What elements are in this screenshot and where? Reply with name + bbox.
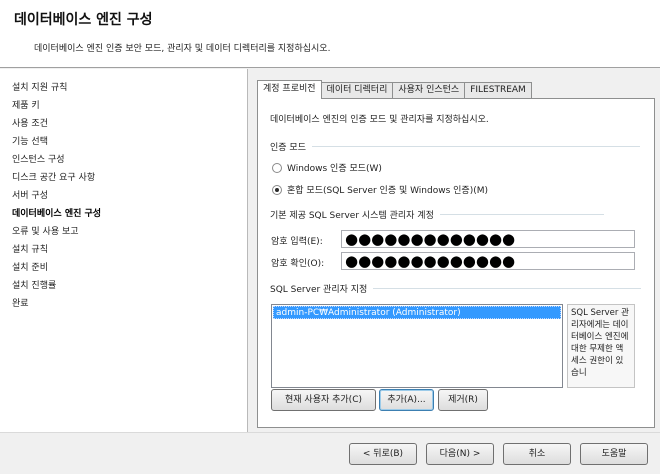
auth-mode-group-label: 인증 모드 [270, 143, 306, 153]
panel-description: 데이터베이스 엔진의 인증 모드 및 관리자를 지정하십시오. [270, 115, 489, 125]
remove-button[interactable]: 제거(R) [438, 389, 488, 411]
sidebar-item[interactable]: 데이터베이스 엔진 구성 [0, 205, 247, 223]
sidebar-item[interactable]: 설치 규칙 [0, 241, 247, 259]
sidebar-item[interactable]: 서버 구성 [0, 187, 247, 205]
mixed-auth-radio[interactable]: 혼합 모드(SQL Server 인증 및 Windows 인증)(M) [272, 183, 488, 196]
sidebar-item[interactable]: 설치 지원 규칙 [0, 79, 247, 97]
confirm-password-field[interactable]: ●●●●●●●●●●●●● [341, 252, 635, 270]
help-button[interactable]: 도움말 [580, 443, 648, 465]
back-button[interactable]: < 뒤로(B) [349, 443, 417, 465]
tab-data-directories[interactable]: 데이터 디렉터리 [320, 82, 394, 99]
content-area: 계정 프로비전 데이터 디렉터리 사용자 인스턴스 FILESTREAM 데이터… [249, 69, 660, 432]
sidebar-item[interactable]: 기능 선택 [0, 133, 247, 151]
tab-bar: 계정 프로비전 데이터 디렉터리 사용자 인스턴스 FILESTREAM [257, 80, 532, 99]
next-button[interactable]: 다음(N) > [426, 443, 494, 465]
page-title: 데이터베이스 엔진 구성 [14, 12, 153, 28]
divider [373, 288, 642, 289]
sidebar-item[interactable]: 제품 키 [0, 97, 247, 115]
windows-auth-radio-circle[interactable] [272, 162, 282, 173]
sidebar-item[interactable]: 완료 [0, 295, 247, 313]
confirm-password-label: 암호 확인(O): [271, 259, 325, 269]
wizard-footer: < 뒤로(B) 다음(N) > 취소 도움말 [0, 432, 660, 474]
page-subtitle: 데이터베이스 엔진 인증 보안 모드, 관리자 및 데이터 디렉터리를 지정하십… [34, 44, 331, 54]
sidebar-item[interactable]: 인스턴스 구성 [0, 151, 247, 169]
divider [311, 146, 640, 147]
tab-user-instances[interactable]: 사용자 인스턴스 [392, 82, 466, 99]
sa-account-group-label: 기본 제공 SQL Server 시스템 관리자 계정 [270, 211, 434, 221]
page-header: 데이터베이스 엔진 구성 데이터베이스 엔진 인증 보안 모드, 관리자 및 데… [0, 0, 660, 68]
admin-group: SQL Server 관리자 지정 [270, 282, 642, 295]
cancel-button[interactable]: 취소 [503, 443, 571, 465]
add-current-user-button[interactable]: 현재 사용자 추가(C) [271, 389, 376, 411]
sa-account-group: 기본 제공 SQL Server 시스템 관리자 계정 [270, 208, 604, 221]
admin-list-item[interactable]: admin-PC₩Administrator (Administrator) [273, 306, 561, 319]
sidebar-item[interactable]: 디스크 공간 요구 사항 [0, 169, 247, 187]
divider [439, 214, 604, 215]
mixed-auth-radio-circle[interactable] [272, 184, 282, 195]
password-field[interactable]: ●●●●●●●●●●●●● [341, 230, 635, 248]
password-label: 암호 입력(E): [271, 237, 323, 247]
auth-mode-group: 인증 모드 [270, 140, 640, 153]
windows-auth-radio[interactable]: Windows 인증 모드(W) [272, 161, 382, 174]
tab-account-provisioning[interactable]: 계정 프로비전 [257, 80, 322, 99]
add-button[interactable]: 추가(A)... [379, 389, 434, 411]
admin-hint-text: SQL Server 관리자에게는 데이터베이스 엔진에 대한 무제한 액세스 … [567, 304, 635, 388]
account-provisioning-panel: 데이터베이스 엔진의 인증 모드 및 관리자를 지정하십시오. 인증 모드 Wi… [257, 98, 655, 428]
windows-auth-label: Windows 인증 모드(W) [287, 164, 382, 174]
admin-listbox[interactable]: admin-PC₩Administrator (Administrator) [271, 304, 563, 388]
step-navigation: 설치 지원 규칙 제품 키 사용 조건 기능 선택 인스턴스 구성 디스크 공간 요구 사… [0, 69, 248, 432]
sidebar-item[interactable]: 오류 및 사용 보고 [0, 223, 247, 241]
sidebar-item[interactable]: 설치 진행률 [0, 277, 247, 295]
admin-group-label: SQL Server 관리자 지정 [270, 285, 368, 295]
sidebar-item[interactable]: 설치 준비 [0, 259, 247, 277]
mixed-auth-label: 혼합 모드(SQL Server 인증 및 Windows 인증)(M) [287, 186, 488, 196]
sidebar-item[interactable]: 사용 조건 [0, 115, 247, 133]
tab-filestream[interactable]: FILESTREAM [464, 82, 532, 99]
